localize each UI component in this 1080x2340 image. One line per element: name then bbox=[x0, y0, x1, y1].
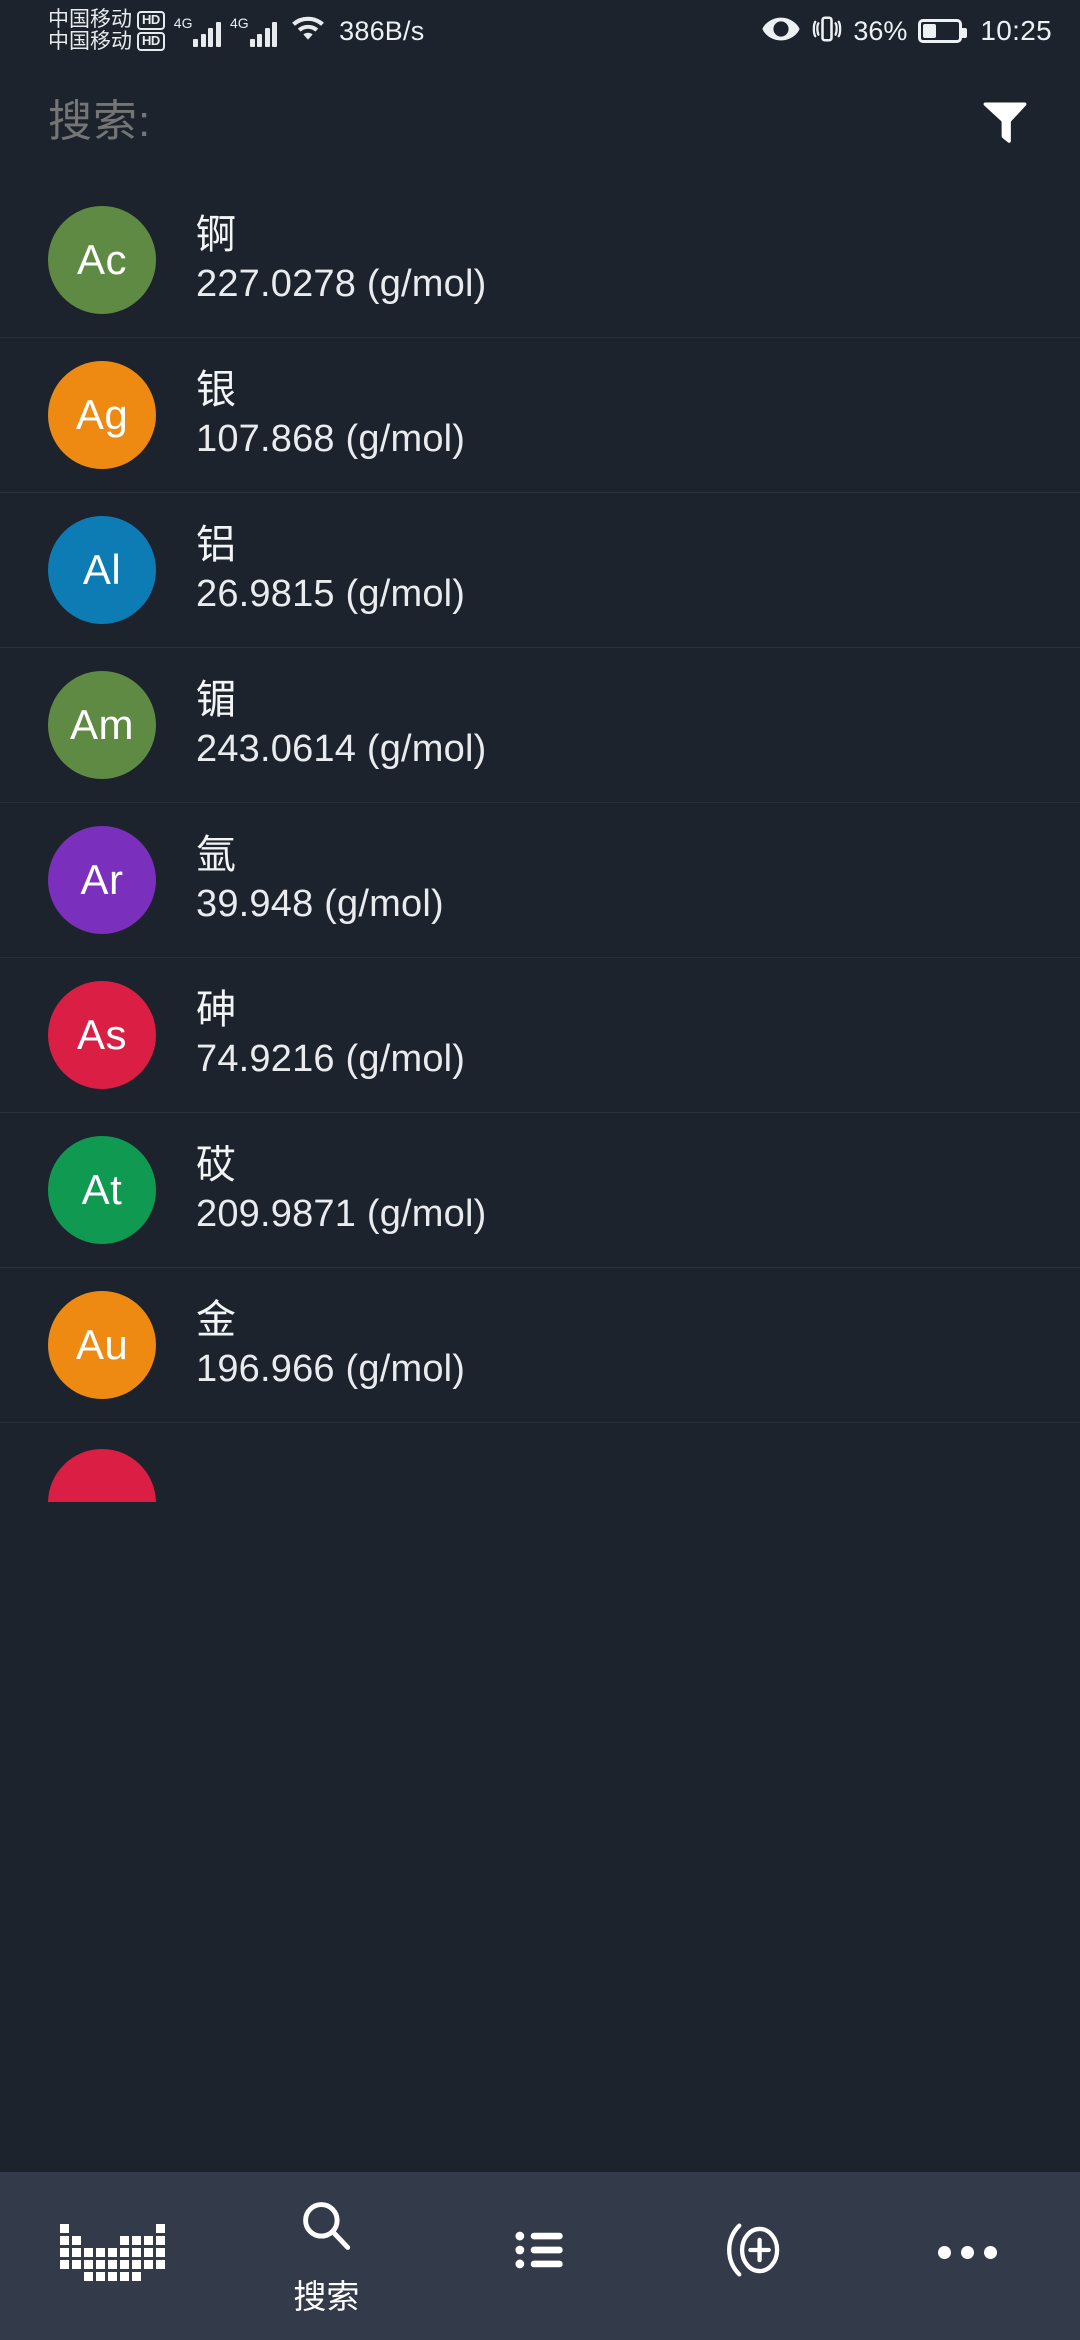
list-icon bbox=[509, 2219, 571, 2286]
element-mass: 107.868 (g/mol) bbox=[196, 418, 466, 461]
element-symbol: As bbox=[76, 1011, 127, 1058]
element-info: 镅 243.0614 (g/mol) bbox=[196, 677, 486, 773]
signal-bars-sim1-icon bbox=[193, 21, 221, 47]
status-bar-right: 36% 10:25 bbox=[761, 0, 1052, 62]
signal-sim1: 4G bbox=[174, 11, 221, 51]
element-mass: 26.9815 (g/mol) bbox=[196, 573, 466, 616]
carrier-row-sim1: 中国移动 HD bbox=[48, 9, 165, 31]
status-bar-left: 中国移动 HD 中国移动 HD 4G 4G 386B/s bbox=[0, 9, 424, 53]
hd-badge-sim1: HD bbox=[137, 10, 165, 30]
element-symbol-badge: At bbox=[48, 1136, 156, 1244]
element-info: 砷 74.9216 (g/mol) bbox=[196, 987, 465, 1083]
element-symbol-badge: Ac bbox=[48, 205, 156, 314]
element-mass: 243.0614 (g/mol) bbox=[196, 728, 487, 771]
element-info: 氩 39.948 (g/mol) bbox=[196, 832, 444, 928]
element-symbol: Am bbox=[70, 701, 134, 748]
nav-label-search: 搜索 bbox=[293, 2277, 360, 2315]
network-type-sim2: 4G bbox=[229, 15, 249, 31]
element-mass: 74.9216 (g/mol) bbox=[196, 1038, 466, 1081]
table-row[interactable]: At 砹 209.9871 (g/mol) bbox=[0, 1112, 1080, 1267]
element-name: 砹 bbox=[196, 1143, 236, 1188]
element-info: 金 196.966 (g/mol) bbox=[196, 1297, 465, 1393]
element-symbol: Ac bbox=[76, 235, 127, 283]
table-row[interactable]: Ac 锕 227.0278 (g/mol) bbox=[0, 182, 1080, 337]
vibrate-icon bbox=[812, 14, 842, 49]
element-name: 镅 bbox=[196, 678, 236, 723]
element-name: 砷 bbox=[196, 988, 236, 1033]
table-row[interactable]: Au 金 196.966 (g/mol) bbox=[0, 1267, 1080, 1422]
element-symbol-badge: Au bbox=[48, 1291, 156, 1399]
element-symbol: Au bbox=[75, 1321, 129, 1368]
element-name: 银 bbox=[196, 368, 236, 413]
periodic-table-icon bbox=[60, 2223, 166, 2281]
element-symbol-badge: Am bbox=[48, 671, 156, 779]
network-type-sim1: 4G bbox=[173, 15, 193, 31]
add-circle-icon bbox=[721, 2217, 787, 2288]
carrier-name-sim2: 中国移动 bbox=[48, 30, 132, 53]
nav-item-add[interactable] bbox=[647, 2172, 861, 2340]
element-info: 铝 26.9815 (g/mol) bbox=[196, 522, 465, 618]
nav-item-more[interactable] bbox=[860, 2172, 1074, 2340]
eye-icon bbox=[761, 16, 801, 47]
element-mass: 227.0278 (g/mol) bbox=[196, 262, 487, 305]
table-row[interactable] bbox=[0, 1422, 1080, 1502]
element-name: 铝 bbox=[196, 523, 236, 568]
element-symbol: Ag bbox=[75, 391, 129, 438]
element-name: 氩 bbox=[196, 833, 236, 878]
nav-item-list[interactable] bbox=[433, 2172, 647, 2340]
carrier-name-sim1: 中国移动 bbox=[48, 8, 132, 32]
table-row[interactable]: As 砷 74.9216 (g/mol) bbox=[0, 957, 1080, 1112]
element-symbol: Ar bbox=[80, 856, 124, 903]
element-symbol-badge: Ag bbox=[48, 361, 156, 469]
nav-item-periodic-table[interactable] bbox=[6, 2172, 220, 2340]
element-mass: 209.9871 (g/mol) bbox=[196, 1193, 487, 1236]
battery-icon bbox=[918, 19, 968, 43]
element-symbol-badge: As bbox=[48, 981, 156, 1089]
signal-bars-sim2-icon bbox=[249, 21, 278, 47]
app-root: 中国移动 HD 中国移动 HD 4G 4G 386B/s 36% 10:25 搜… bbox=[0, 0, 1080, 2340]
table-row[interactable]: Ag 银 107.868 (g/mol) bbox=[0, 337, 1080, 492]
bottom-navigation: 搜索 bbox=[0, 2172, 1080, 2340]
element-name: 锕 bbox=[196, 212, 236, 257]
carrier-row-sim2: 中国移动 HD bbox=[48, 31, 165, 53]
search-icon bbox=[295, 2195, 357, 2262]
table-row[interactable]: Al 铝 26.9815 (g/mol) bbox=[0, 492, 1080, 647]
table-row[interactable]: Am 镅 243.0614 (g/mol) bbox=[0, 647, 1080, 802]
element-info: 锕 227.0278 (g/mol) bbox=[196, 212, 486, 308]
element-symbol-badge bbox=[48, 1449, 156, 1502]
search-header bbox=[0, 62, 1080, 182]
element-symbol: At bbox=[81, 1166, 123, 1213]
table-row[interactable]: Ar 氩 39.948 (g/mol) bbox=[0, 802, 1080, 957]
element-symbol-badge: Ar bbox=[48, 826, 156, 934]
battery-percent-text: 36% bbox=[853, 15, 908, 46]
element-info: 银 107.868 (g/mol) bbox=[196, 367, 465, 463]
more-icon bbox=[937, 2245, 997, 2259]
nav-item-search[interactable]: 搜索 bbox=[220, 2172, 434, 2340]
search-input[interactable] bbox=[48, 97, 970, 147]
signal-sim2: 4G bbox=[229, 11, 278, 51]
element-name: 金 bbox=[196, 1298, 236, 1343]
element-mass: 39.948 (g/mol) bbox=[196, 883, 444, 926]
filter-funnel-icon bbox=[978, 93, 1032, 152]
wifi-icon bbox=[290, 12, 326, 47]
carrier-labels: 中国移动 HD 中国移动 HD bbox=[48, 9, 165, 53]
element-symbol: Al bbox=[82, 546, 122, 593]
status-bar: 中国移动 HD 中国移动 HD 4G 4G 386B/s 36% 10:25 bbox=[0, 0, 1080, 62]
filter-button[interactable] bbox=[970, 87, 1040, 157]
clock-text: 10:25 bbox=[980, 15, 1052, 46]
element-list[interactable]: Ac 锕 227.0278 (g/mol) Ag 银 107.868 (g/mo… bbox=[0, 182, 1080, 2172]
element-symbol-badge: Al bbox=[48, 516, 156, 624]
element-info: 砹 209.9871 (g/mol) bbox=[196, 1142, 486, 1238]
network-speed-text: 386B/s bbox=[339, 15, 425, 46]
hd-badge-sim2: HD bbox=[137, 32, 165, 52]
element-mass: 196.966 (g/mol) bbox=[196, 1348, 466, 1391]
